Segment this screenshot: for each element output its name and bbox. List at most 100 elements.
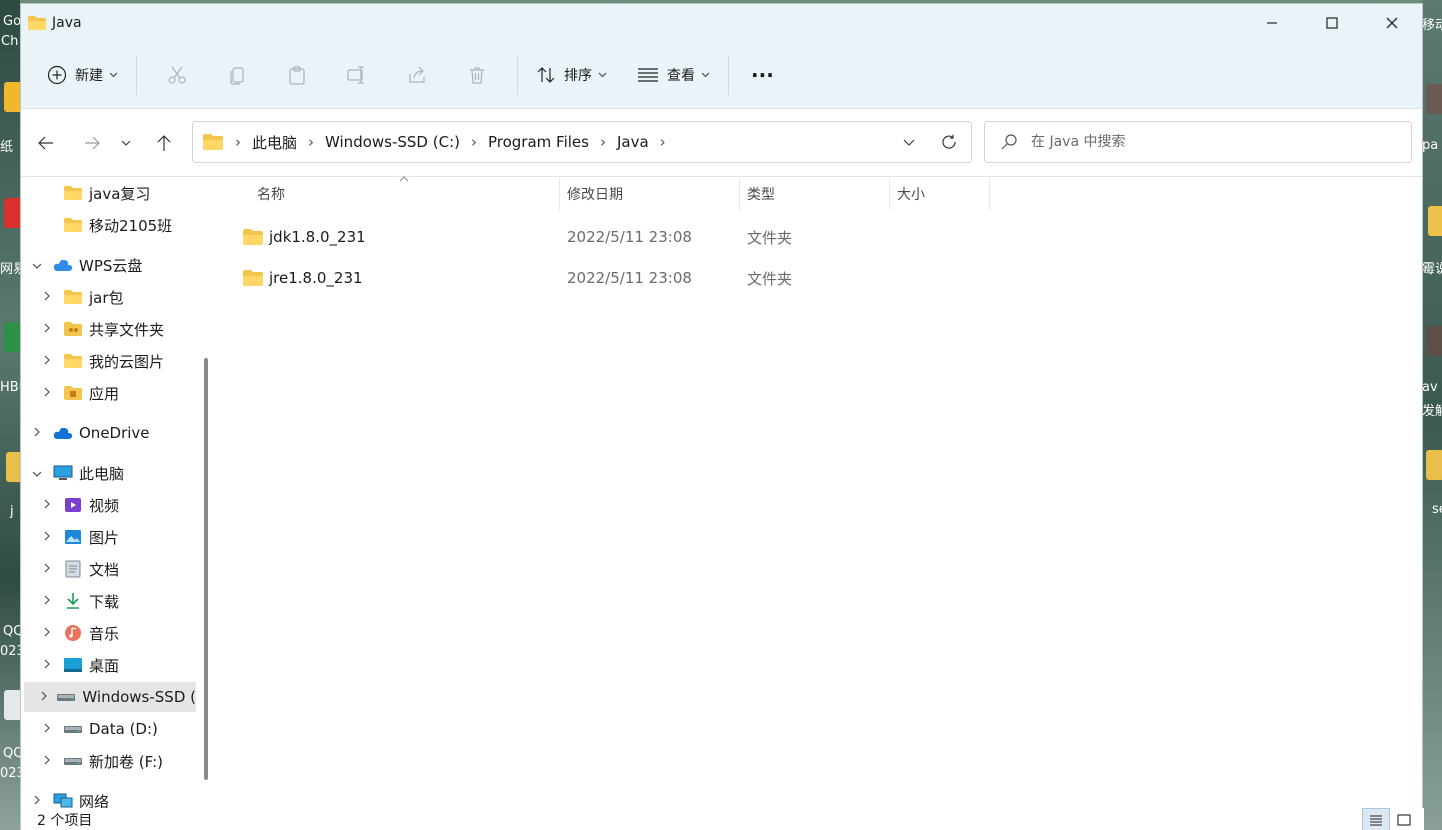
title-bar[interactable]: Java xyxy=(21,4,1422,41)
column-size-header[interactable]: 大小 xyxy=(890,178,990,210)
chevron-down-icon xyxy=(701,72,710,77)
back-button[interactable] xyxy=(26,123,66,163)
desktop-app-tile[interactable] xyxy=(1426,450,1442,480)
chevron-down-icon[interactable] xyxy=(29,259,45,272)
chevron-right-icon[interactable] xyxy=(39,755,55,768)
nav-item[interactable]: 应用 xyxy=(21,378,119,408)
chevron-right-icon[interactable] xyxy=(39,387,55,400)
breadcrumb-item[interactable]: Program Files xyxy=(488,133,589,151)
nav-item[interactable]: 网络 xyxy=(21,786,109,808)
chevron-right-icon[interactable] xyxy=(39,291,55,304)
breadcrumb-separator[interactable]: › xyxy=(297,133,325,151)
nav-item[interactable]: 文档 xyxy=(21,554,119,584)
nav-item[interactable]: WPS云盘 xyxy=(21,250,142,280)
column-size-label: 大小 xyxy=(897,187,925,203)
copy-button[interactable] xyxy=(207,55,267,95)
share-button[interactable] xyxy=(387,55,447,95)
navigation-pane[interactable]: java复习 移动2105班 WPS云盘 jar包 共享文件夹 我的云图片 应用 OneDri… xyxy=(21,178,201,808)
desktop-app-tile[interactable] xyxy=(1426,84,1442,114)
view-button[interactable]: 查看 xyxy=(629,55,718,95)
chevron-right-icon[interactable] xyxy=(29,427,45,440)
search-input[interactable] xyxy=(1031,134,1391,150)
refresh-button[interactable] xyxy=(929,122,969,162)
arrow-up-icon xyxy=(157,134,171,151)
search-box[interactable] xyxy=(984,121,1412,163)
desktop-app-tile[interactable] xyxy=(6,452,20,482)
folder-icon xyxy=(243,229,263,245)
rename-button[interactable] xyxy=(327,55,387,95)
breadcrumb-separator[interactable]: › xyxy=(460,133,488,151)
chevron-right-icon[interactable] xyxy=(39,691,48,704)
network-icon xyxy=(53,792,73,808)
minimize-button[interactable] xyxy=(1242,4,1302,41)
breadcrumb-separator[interactable]: › xyxy=(649,133,677,151)
chevron-right-icon[interactable] xyxy=(39,563,55,576)
desktop-app-tile[interactable] xyxy=(4,82,20,112)
desktop-app-tile[interactable] xyxy=(1428,206,1442,236)
nav-item[interactable]: 下载 xyxy=(21,586,119,616)
tiles-view-button[interactable] xyxy=(1390,808,1418,830)
nav-item[interactable]: OneDrive xyxy=(21,418,150,448)
close-button[interactable] xyxy=(1362,4,1422,41)
breadcrumb-separator[interactable]: › xyxy=(589,133,617,151)
details-view-button[interactable] xyxy=(1362,808,1390,830)
column-name-header[interactable]: 名称 xyxy=(217,176,560,210)
cut-button[interactable] xyxy=(147,55,207,95)
new-button[interactable]: 新建 xyxy=(39,55,126,95)
address-history-button[interactable] xyxy=(889,122,929,162)
column-type-header[interactable]: 类型 xyxy=(740,178,890,210)
nav-item[interactable]: 共享文件夹 xyxy=(21,314,164,344)
address-bar[interactable]: › 此电脑 › Windows-SSD (C:) › Program Files… xyxy=(192,121,972,163)
chevron-right-icon[interactable] xyxy=(39,323,55,336)
chevron-right-icon[interactable] xyxy=(39,627,55,640)
music-icon xyxy=(63,624,83,642)
nav-item[interactable]: 我的云图片 xyxy=(21,346,164,376)
up-button[interactable] xyxy=(144,123,184,163)
drive-icon xyxy=(63,752,83,770)
nav-item[interactable]: jar包 xyxy=(21,282,124,312)
chevron-right-icon[interactable] xyxy=(39,659,55,672)
chevron-right-icon[interactable] xyxy=(29,795,45,808)
delete-button[interactable] xyxy=(447,55,507,95)
navigation-scrollbar[interactable] xyxy=(204,358,208,780)
file-list[interactable]: 名称 修改日期 类型 大小 jdk1.8.0_231 2022/5/11 23:… xyxy=(217,176,1424,808)
nav-item[interactable]: 视频 xyxy=(21,490,119,520)
breadcrumb-item[interactable]: Windows-SSD (C:) xyxy=(325,133,460,151)
nav-item[interactable]: 音乐 xyxy=(21,618,119,648)
nav-item-label: 文档 xyxy=(89,560,120,579)
paste-button[interactable] xyxy=(267,55,327,95)
recent-locations-button[interactable] xyxy=(112,123,140,163)
desktop-label: 网易 xyxy=(0,262,20,277)
maximize-button[interactable] xyxy=(1302,4,1362,41)
nav-item[interactable]: Windows-SSD ( xyxy=(24,682,196,712)
desktop-app-tile[interactable] xyxy=(1426,326,1442,356)
breadcrumb-separator[interactable]: › xyxy=(235,133,252,151)
forward-button[interactable] xyxy=(72,123,112,163)
chevron-down-icon[interactable] xyxy=(29,467,45,480)
more-options-button[interactable]: ··· xyxy=(739,55,786,95)
breadcrumb-item[interactable]: Java xyxy=(617,133,649,151)
nav-item[interactable]: 图片 xyxy=(21,522,119,552)
file-row[interactable]: jre1.8.0_231 2022/5/11 23:08 文件夹 xyxy=(217,259,997,297)
sort-button[interactable]: 排序 xyxy=(528,55,615,95)
list-view-icon xyxy=(638,67,658,82)
column-date-header[interactable]: 修改日期 xyxy=(560,178,740,210)
desktop-app-tile[interactable] xyxy=(4,690,20,720)
download-icon xyxy=(63,592,83,610)
file-row[interactable]: jdk1.8.0_231 2022/5/11 23:08 文件夹 xyxy=(217,218,997,256)
nav-item[interactable]: 移动2105班 xyxy=(21,210,172,240)
chevron-right-icon[interactable] xyxy=(39,499,55,512)
chevron-right-icon[interactable] xyxy=(39,355,55,368)
nav-item[interactable]: Data (D:) xyxy=(21,714,158,744)
chevron-right-icon[interactable] xyxy=(39,723,55,736)
desktop-label: Go xyxy=(3,14,20,29)
breadcrumb-item[interactable]: 此电脑 xyxy=(252,132,297,153)
nav-item[interactable]: 桌面 xyxy=(21,650,119,680)
chevron-right-icon[interactable] xyxy=(39,531,55,544)
nav-item[interactable]: 新加卷 (F:) xyxy=(21,746,163,776)
chevron-right-icon[interactable] xyxy=(39,595,55,608)
desktop-app-tile[interactable] xyxy=(4,322,20,352)
desktop-app-tile[interactable] xyxy=(4,198,20,228)
nav-item[interactable]: java复习 xyxy=(21,178,150,208)
nav-item[interactable]: 此电脑 xyxy=(21,458,124,488)
